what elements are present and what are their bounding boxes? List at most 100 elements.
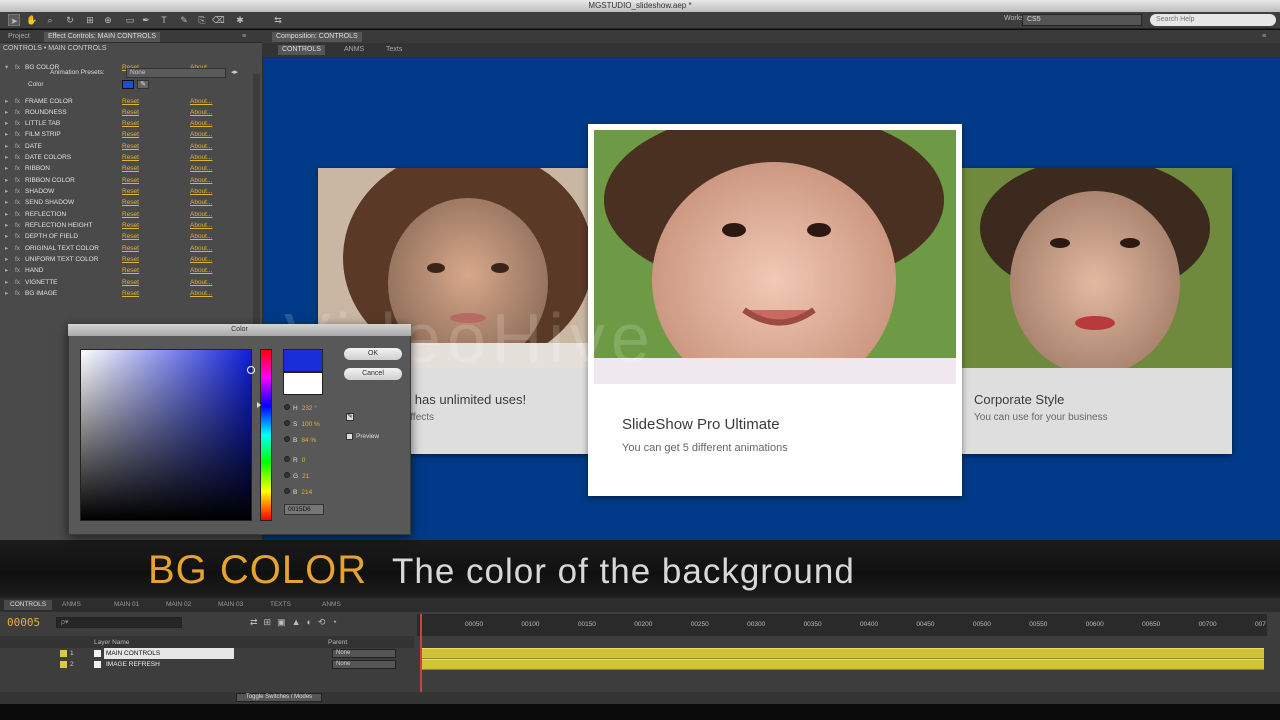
effect-row[interactable]: ▸ fx FRAME COLOR Reset About... (0, 96, 250, 107)
help-search-input[interactable]: Search Help (1150, 14, 1276, 26)
cancel-button[interactable]: Cancel (344, 368, 402, 380)
disclosure-triangle-icon[interactable]: ▸ (5, 96, 8, 107)
reset-link[interactable]: Reset (122, 254, 139, 265)
about-link[interactable]: About... (190, 175, 212, 186)
fx-toggle-icon[interactable]: fx (15, 107, 20, 118)
reset-link[interactable]: Reset (122, 243, 139, 254)
saturation-radio[interactable] (284, 420, 290, 426)
about-link[interactable]: About... (190, 231, 212, 242)
reset-link[interactable]: Reset (122, 107, 139, 118)
hue-field[interactable]: H 232 ° (284, 404, 317, 412)
about-link[interactable]: About... (190, 197, 212, 208)
preset-nav-icon[interactable]: ◂▸ (231, 68, 238, 76)
layer-row[interactable]: 2 IMAGE REFRESH None (0, 659, 414, 670)
reset-link[interactable]: Reset (122, 220, 139, 231)
reset-link[interactable]: Reset (122, 277, 139, 288)
fx-toggle-icon[interactable]: fx (15, 175, 20, 186)
axis-mode-icon[interactable]: ⇆ (272, 14, 284, 26)
eyedropper-icon[interactable]: ✎ (137, 80, 149, 89)
disclosure-triangle-icon[interactable]: ▸ (5, 107, 8, 118)
reset-link[interactable]: Reset (122, 141, 139, 152)
timeline-search-input[interactable]: ρ▾ (56, 617, 182, 628)
color-field-cursor[interactable] (247, 366, 255, 374)
fx-toggle-icon[interactable]: fx (15, 96, 20, 107)
blue-radio[interactable] (284, 488, 290, 494)
rotate-tool-icon[interactable]: ↻ (64, 14, 76, 26)
subtab-anms[interactable]: ANMS (340, 45, 368, 55)
reset-link[interactable]: Reset (122, 209, 139, 220)
reset-link[interactable]: Reset (122, 152, 139, 163)
subtab-controls[interactable]: CONTROLS (278, 45, 325, 55)
disclosure-triangle-icon[interactable]: ▸ (5, 254, 8, 265)
preview-checkbox[interactable] (346, 433, 353, 440)
workspace-select[interactable]: CS5 (1022, 14, 1142, 26)
effect-row[interactable]: ▸ fx BG IMAGE Reset About... (0, 288, 250, 299)
disclosure-triangle-icon[interactable]: ▸ (5, 231, 8, 242)
playhead[interactable] (420, 614, 422, 694)
pen-tool-icon[interactable]: ✒ (140, 14, 152, 26)
reset-link[interactable]: Reset (122, 197, 139, 208)
parent-select[interactable]: None (332, 660, 396, 669)
clone-tool-icon[interactable]: ⎘ (196, 14, 208, 26)
hue-slider[interactable] (257, 349, 272, 521)
effect-row[interactable]: ▸ fx SHADOW Reset About... (0, 186, 250, 197)
about-link[interactable]: About... (190, 288, 212, 299)
layer-label-color[interactable] (60, 661, 67, 668)
timeline-tab[interactable]: TEXTS (264, 600, 297, 610)
current-timecode[interactable]: 00005 (7, 616, 40, 629)
hue-radio[interactable] (284, 404, 290, 410)
disclosure-triangle-icon[interactable]: ▸ (5, 152, 8, 163)
toggle-switches-modes-button[interactable]: Toggle Switches / Modes (236, 693, 322, 702)
effect-row[interactable]: ▸ fx HAND Reset About... (0, 265, 250, 276)
fx-toggle-icon[interactable]: fx (15, 209, 20, 220)
rectangle-tool-icon[interactable]: ▭ (124, 14, 136, 26)
reset-link[interactable]: Reset (122, 118, 139, 129)
about-link[interactable]: About... (190, 254, 212, 265)
time-ruler[interactable] (417, 614, 1267, 636)
disclosure-triangle-icon[interactable]: ▸ (5, 243, 8, 254)
about-link[interactable]: About... (190, 129, 212, 140)
brush-tool-icon[interactable]: ✎ (178, 14, 190, 26)
hue-slider-handle[interactable] (257, 402, 261, 408)
disclosure-triangle-icon[interactable]: ▾ (5, 62, 8, 73)
effect-row[interactable]: ▸ fx DEPTH OF FIELD Reset About... (0, 231, 250, 242)
reset-link[interactable]: Reset (122, 265, 139, 276)
eraser-tool-icon[interactable]: ⌫ (212, 14, 225, 26)
effect-row[interactable]: ▸ fx REFLECTION HEIGHT Reset About... (0, 220, 250, 231)
color-swatch[interactable] (122, 80, 134, 89)
layer-duration-bar[interactable] (420, 648, 1264, 659)
disclosure-triangle-icon[interactable]: ▸ (5, 163, 8, 174)
reset-link[interactable]: Reset (122, 186, 139, 197)
fx-toggle-icon[interactable]: fx (15, 254, 20, 265)
parent-header[interactable]: Parent (328, 639, 347, 646)
layer-name[interactable]: IMAGE REFRESH (104, 659, 234, 670)
reset-link[interactable]: Reset (122, 96, 139, 107)
disclosure-triangle-icon[interactable]: ▸ (5, 186, 8, 197)
about-link[interactable]: About... (190, 163, 212, 174)
timeline-tab[interactable]: MAIN 01 (108, 600, 145, 610)
tab-composition[interactable]: Composition: CONTROLS (272, 32, 362, 42)
timeline-tab[interactable]: MAIN 02 (160, 600, 197, 610)
disclosure-triangle-icon[interactable]: ▸ (5, 209, 8, 220)
comp-menu-icon[interactable]: ≡ (1258, 32, 1270, 42)
effect-row[interactable]: ▸ fx ROUNDNESS Reset About... (0, 107, 250, 118)
timeline-tab[interactable]: ANMS (316, 600, 347, 610)
effect-row[interactable]: ▸ fx UNIFORM TEXT COLOR Reset About... (0, 254, 250, 265)
timeline-tab[interactable]: MAIN 03 (212, 600, 249, 610)
composition-viewer[interactable]: ...r has unlimited uses! ...ffects Corpo… (264, 58, 1280, 542)
layer-row[interactable]: 1 MAIN CONTROLS None (0, 648, 414, 659)
effect-row[interactable]: ▸ fx RIBBON Reset About... (0, 163, 250, 174)
fx-toggle-icon[interactable]: fx (15, 265, 20, 276)
reset-link[interactable]: Reset (122, 163, 139, 174)
panel-scrollbar[interactable] (253, 74, 260, 324)
disclosure-triangle-icon[interactable]: ▸ (5, 141, 8, 152)
about-link[interactable]: About... (190, 277, 212, 288)
subtab-texts[interactable]: Texts (382, 45, 406, 55)
disclosure-triangle-icon[interactable]: ▸ (5, 175, 8, 186)
disclosure-triangle-icon[interactable]: ▸ (5, 265, 8, 276)
about-link[interactable]: About... (190, 118, 212, 129)
blue-field[interactable]: B 214 (284, 488, 312, 496)
timeline-tab[interactable]: CONTROLS (4, 600, 53, 610)
disclosure-triangle-icon[interactable]: ▸ (5, 118, 8, 129)
layer-name[interactable]: MAIN CONTROLS (104, 648, 234, 659)
